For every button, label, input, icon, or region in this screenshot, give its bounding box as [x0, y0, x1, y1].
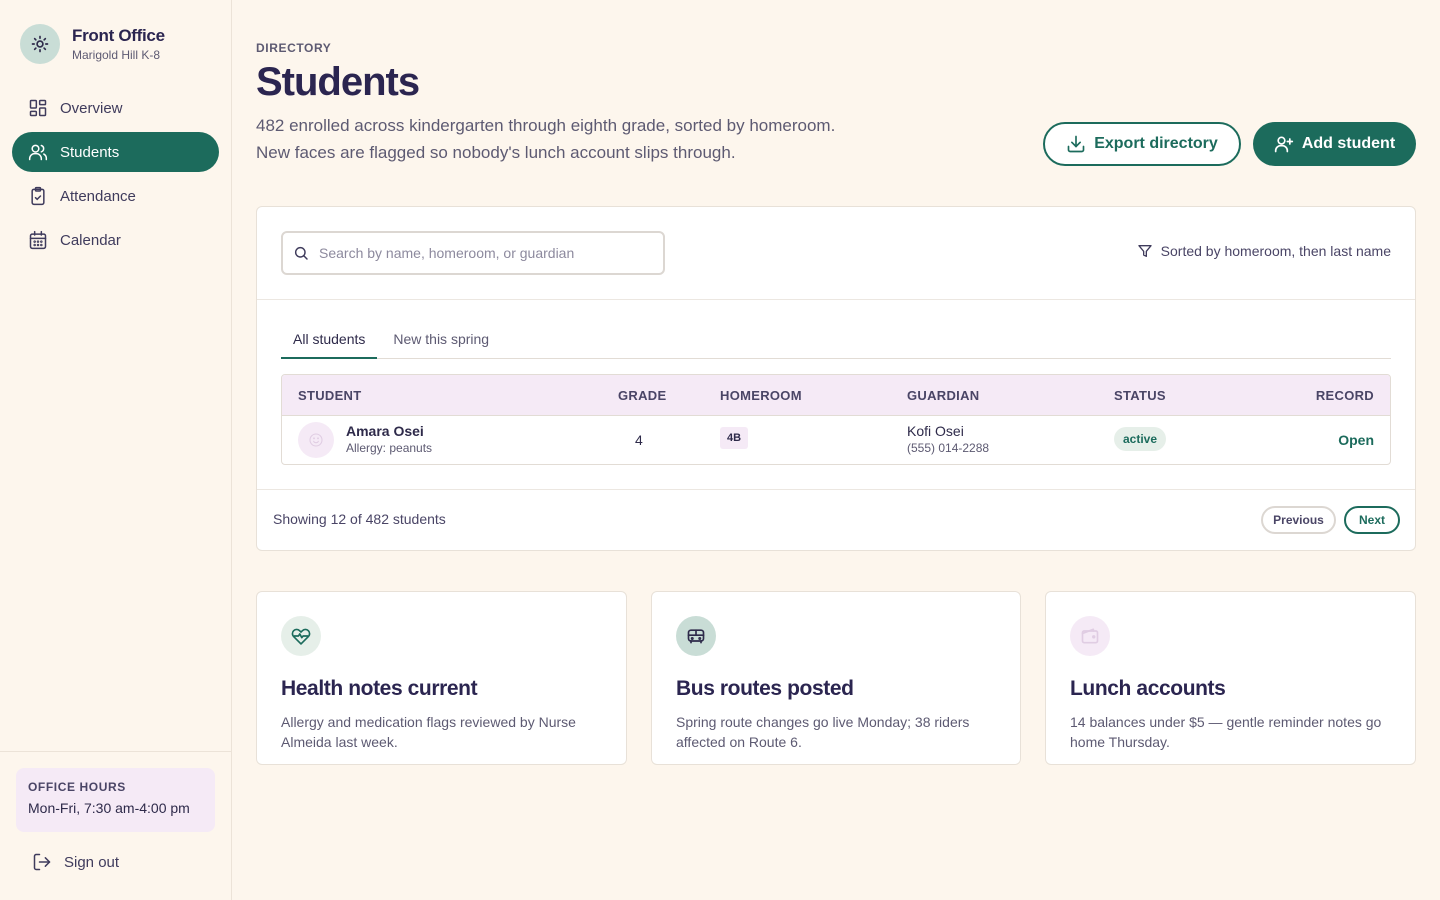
- add-student-button[interactable]: Add student: [1253, 122, 1416, 166]
- grid-icon: [28, 98, 48, 118]
- wallet-icon: [1070, 616, 1110, 656]
- info-card-title: Lunch accounts: [1070, 677, 1226, 700]
- sidebar-item-label: Calendar: [60, 231, 121, 249]
- directory-card: Sorted by homeroom, then last name All s…: [256, 206, 1416, 551]
- breadcrumb: DIRECTORY: [256, 41, 332, 55]
- search-icon: [293, 245, 309, 261]
- filter-icon: [1137, 243, 1153, 259]
- sidebar-divider: [0, 751, 231, 752]
- page-title: Students: [256, 60, 420, 104]
- info-card-body: Spring route changes go live Monday; 38 …: [676, 714, 970, 750]
- sidebar-item-label: Attendance: [60, 187, 136, 205]
- pagination-summary: Showing 12 of 482 students: [273, 511, 446, 527]
- brand-title: Front Office: [72, 25, 165, 45]
- health-notes-card: Health notes current Allergy and medicat…: [256, 591, 627, 765]
- logout-icon: [32, 852, 52, 872]
- office-hours-value: Mon-Fri, 7:30 am-4:00 pm: [28, 800, 190, 816]
- sign-out-label: Sign out: [64, 853, 120, 871]
- search-field[interactable]: [281, 231, 665, 275]
- add-student-label: Add student: [1301, 135, 1396, 152]
- page-description: 482 enrolled across kindergarten through…: [256, 116, 836, 162]
- sign-out-button[interactable]: Sign out: [32, 852, 119, 872]
- column-header-status[interactable]: STATUS: [1114, 388, 1166, 403]
- lunch-accounts-card: Lunch accounts 14 balances under $5 — ge…: [1045, 591, 1416, 765]
- brand-subtitle: Marigold Hill K-8: [72, 47, 161, 62]
- brand: Front Office Marigold Hill K-8: [20, 24, 165, 64]
- status-badge: active: [1114, 427, 1167, 451]
- sort-info: Sorted by homeroom, then last name: [1137, 243, 1391, 259]
- column-header-record: RECORD: [1315, 388, 1374, 403]
- office-hours-panel: OFFICE HOURS Mon-Fri, 7:30 am-4:00 pm: [16, 768, 215, 832]
- divider: [257, 489, 1415, 490]
- sidebar-item-attendance[interactable]: Attendance: [12, 176, 219, 216]
- sort-info-text: Sorted by homeroom, then last name: [1160, 243, 1391, 259]
- calendar-icon: [28, 230, 48, 250]
- export-directory-label: Export directory: [1094, 135, 1218, 152]
- search-input[interactable]: [319, 245, 649, 261]
- guardian-phone: (555) 014-2288: [907, 441, 990, 455]
- column-header-grade[interactable]: GRADE: [618, 388, 666, 403]
- info-card-body: 14 balances under $5 — gentle reminder n…: [1070, 714, 1382, 750]
- tab-all-students[interactable]: All students: [281, 327, 378, 359]
- column-header-homeroom[interactable]: HOMEROOM: [720, 388, 802, 403]
- student-name: Amara Osei: [346, 423, 424, 439]
- student-note: Allergy: peanuts: [346, 441, 433, 455]
- avatar: [298, 422, 334, 458]
- table-row[interactable]: Amara Osei Allergy: peanuts 4 4B Kofi Os…: [282, 416, 1390, 464]
- bus-routes-card: Bus routes posted Spring route changes g…: [651, 591, 1021, 765]
- bus-icon: [676, 616, 716, 656]
- sidebar-item-overview[interactable]: Overview: [12, 88, 219, 128]
- homeroom-badge: 4B: [720, 427, 749, 449]
- divider: [257, 299, 1415, 300]
- guardian-name: Kofi Osei: [907, 423, 964, 439]
- column-header-guardian[interactable]: GUARDIAN: [907, 388, 979, 403]
- open-record-link[interactable]: Open: [1338, 432, 1374, 448]
- export-directory-button[interactable]: Export directory: [1043, 122, 1241, 166]
- next-page-button[interactable]: Next: [1344, 506, 1400, 534]
- tab-bar: All students New this spring: [281, 327, 1391, 359]
- users-icon: [28, 142, 48, 162]
- heart-pulse-icon: [281, 616, 321, 656]
- sidebar-item-label: Students: [60, 143, 120, 161]
- sun-icon: [20, 24, 60, 64]
- info-card-body: Allergy and medication flags reviewed by…: [281, 714, 576, 750]
- sidebar-item-calendar[interactable]: Calendar: [12, 220, 219, 260]
- students-table: STUDENT GRADE HOMEROOM GUARDIAN STATUS R…: [281, 374, 1391, 465]
- previous-page-button[interactable]: Previous: [1261, 506, 1336, 534]
- tab-new-this-spring[interactable]: New this spring: [381, 327, 501, 359]
- info-card-title: Bus routes posted: [676, 677, 854, 700]
- sidebar-nav: Overview Students Attendance Calendar: [12, 88, 219, 264]
- clipboard-check-icon: [28, 186, 48, 206]
- student-grade: 4: [635, 432, 643, 448]
- sidebar-item-label: Overview: [60, 99, 123, 117]
- column-header-student[interactable]: STUDENT: [298, 388, 362, 403]
- download-icon: [1066, 134, 1086, 154]
- user-plus-icon: [1274, 134, 1294, 154]
- sidebar: Front Office Marigold Hill K-8 Overview …: [0, 0, 232, 900]
- office-hours-label: OFFICE HOURS: [28, 780, 126, 794]
- info-card-title: Health notes current: [281, 677, 478, 700]
- table-header: STUDENT GRADE HOMEROOM GUARDIAN STATUS R…: [282, 375, 1390, 416]
- smile-icon: [309, 433, 323, 447]
- sidebar-item-students[interactable]: Students: [12, 132, 219, 172]
